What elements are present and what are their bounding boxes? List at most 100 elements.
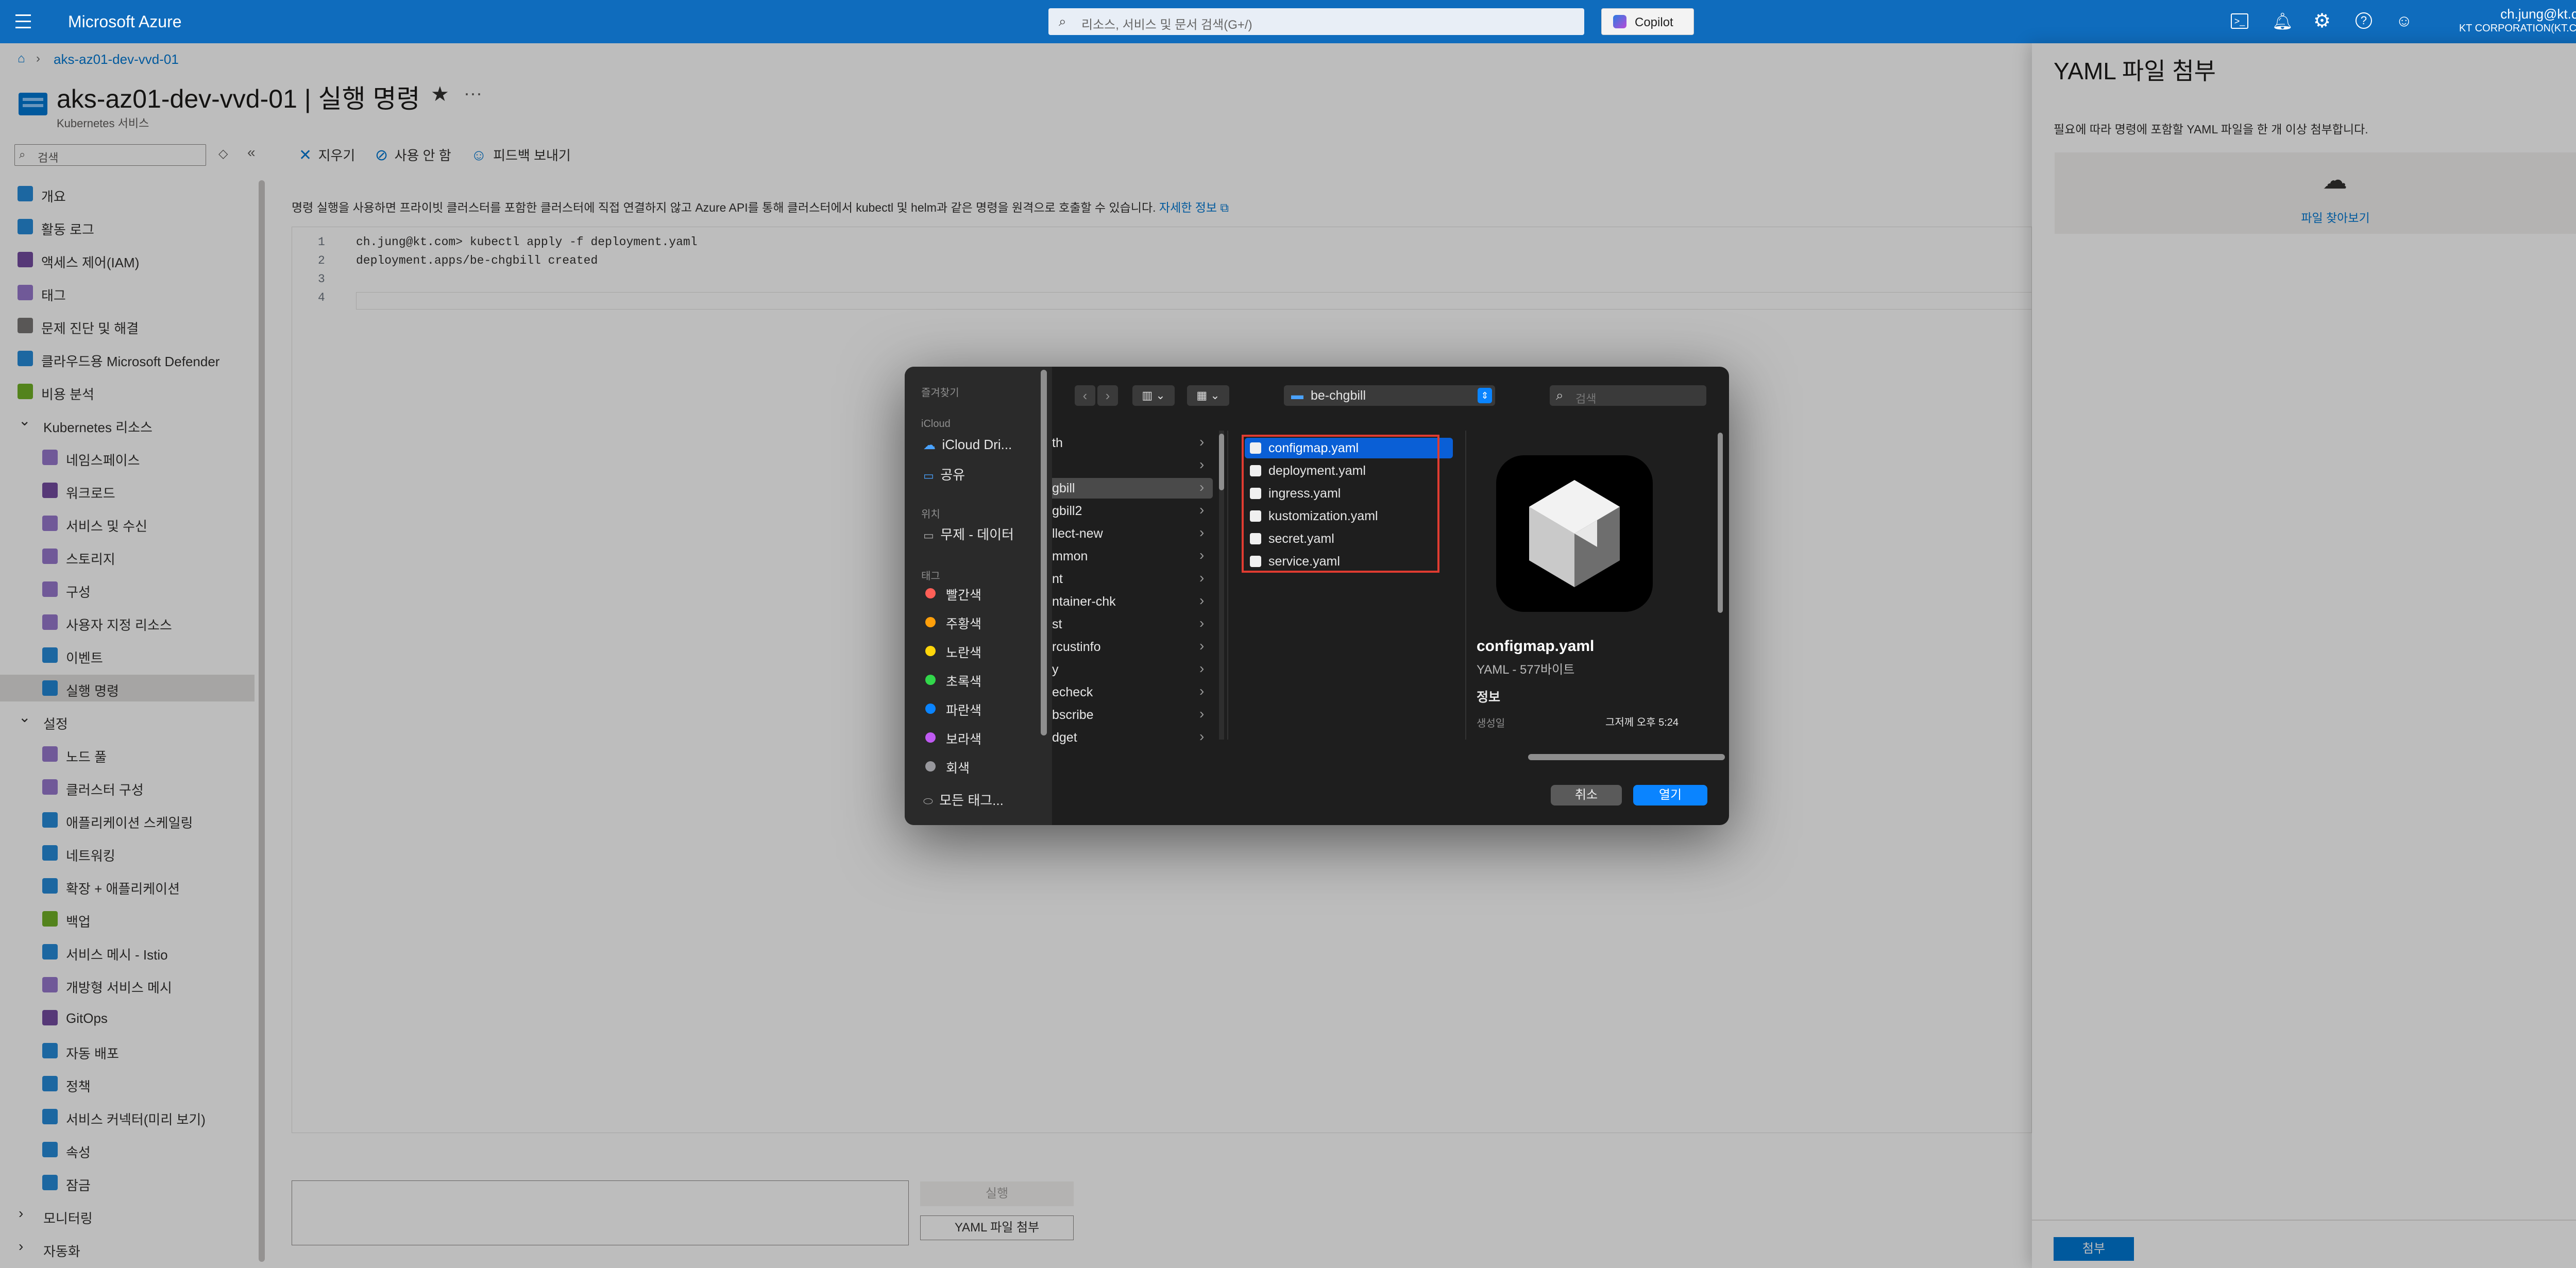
- cloud-icon: ☁︎: [923, 438, 936, 452]
- shared-label: 공유: [940, 467, 965, 483]
- folder-row[interactable]: gbill2 ›: [1052, 501, 1213, 521]
- tag-icon: ⬭: [923, 795, 933, 808]
- brand-title[interactable]: Microsoft Azure: [68, 12, 182, 31]
- dialog-search-input[interactable]: ⌕ 검색: [1550, 385, 1706, 406]
- tag-label: 초록색: [946, 675, 982, 689]
- tag-item[interactable]: 회색: [925, 757, 1039, 778]
- open-label: 열기: [1658, 788, 1682, 802]
- tag-label: 보라색: [946, 732, 982, 747]
- menu-icon[interactable]: [15, 14, 31, 29]
- chevron-right-icon: ›: [1199, 683, 1205, 699]
- global-search-input[interactable]: ⌕ 리소스, 서비스 및 문서 검색(G+/): [1048, 8, 1584, 35]
- tag-color-dot: [925, 704, 936, 714]
- dialog-search-placeholder: 검색: [1575, 392, 1597, 405]
- tag-label: 회색: [946, 761, 970, 776]
- tag-label: 빨간색: [946, 588, 982, 603]
- cancel-button[interactable]: 취소: [1551, 785, 1622, 806]
- cloud-shell-icon[interactable]: >_: [2231, 13, 2248, 29]
- chevron-right-icon: ›: [1199, 728, 1205, 744]
- folder-row[interactable]: ›: [1052, 455, 1213, 476]
- help-icon[interactable]: ?: [2355, 12, 2372, 29]
- preview-created-value: 그저께 오후 5:24: [1605, 717, 1679, 728]
- feedback-icon[interactable]: ☺︎: [2396, 11, 2413, 30]
- column-view-icon[interactable]: ▥ ⌄: [1132, 385, 1175, 406]
- chevron-right-icon: ›: [1199, 706, 1205, 722]
- folder-row[interactable]: ntainer-chk ›: [1052, 591, 1213, 612]
- drive-label: 무제 - 데이터: [940, 527, 1014, 542]
- tag-label: 노란색: [946, 646, 982, 660]
- favorites-heading: 즐겨찾기: [921, 387, 959, 399]
- tag-color-dot: [925, 732, 936, 743]
- icloud-drive-item[interactable]: ☁︎ iCloud Dri...: [923, 437, 1012, 453]
- search-icon: ⌕: [1059, 13, 1066, 29]
- chevron-right-icon: ›: [1199, 524, 1205, 540]
- open-button[interactable]: 열기: [1633, 785, 1707, 806]
- folder-icon: ▬: [1291, 388, 1303, 402]
- chevron-right-icon: ›: [1199, 660, 1205, 676]
- folder-row[interactable]: dget ›: [1052, 727, 1213, 748]
- tag-item[interactable]: 노란색: [925, 642, 1039, 662]
- user-email[interactable]: ch.jung@kt.com: [2442, 6, 2576, 22]
- column-divider[interactable]: [1465, 431, 1466, 740]
- drive-item[interactable]: ▭ 무제 - 데이터: [923, 524, 1014, 543]
- tag-label: 파란색: [946, 704, 982, 718]
- chevron-right-icon: ›: [1199, 615, 1205, 631]
- folder-row[interactable]: rcustinfo ›: [1052, 637, 1213, 657]
- group-view-icon[interactable]: ▦ ⌄: [1187, 385, 1229, 406]
- preview-file-meta: YAML - 577바이트: [1477, 663, 1575, 677]
- column-divider[interactable]: [1227, 431, 1228, 740]
- chevron-right-icon: ›: [1199, 479, 1205, 495]
- tag-color-dot: [925, 761, 936, 772]
- folder-name: dget: [1052, 730, 1077, 745]
- horizontal-scrollbar[interactable]: [1528, 754, 1725, 760]
- sidebar-scrollbar[interactable]: [1041, 370, 1047, 735]
- folder-row[interactable]: gbill ›: [1052, 478, 1213, 499]
- browser-column-1: th › › gbill › gbill2 › llect-new › mmon › nt › ntain…: [1052, 431, 1227, 745]
- folder-name: echeck: [1052, 685, 1093, 699]
- folder-row[interactable]: llect-new ›: [1052, 523, 1213, 544]
- tag-item[interactable]: 빨간색: [925, 584, 1039, 605]
- drive-icon: ▭: [923, 529, 934, 542]
- tag-color-dot: [925, 588, 936, 598]
- chevron-right-icon: ›: [1199, 434, 1205, 450]
- tag-label: 주황색: [946, 617, 982, 631]
- copilot-icon: [1613, 15, 1626, 28]
- tag-item[interactable]: 주황색: [925, 613, 1039, 633]
- folder-name: y: [1052, 662, 1059, 677]
- copilot-button[interactable]: Copilot: [1601, 8, 1694, 35]
- tag-item[interactable]: 파란색: [925, 699, 1039, 720]
- folder-row[interactable]: st ›: [1052, 614, 1213, 635]
- file-open-dialog: 즐겨찾기 iCloud ☁︎ iCloud Dri... ▭ 공유 위치 ▭ 무…: [905, 367, 1729, 825]
- folder-name: llect-new: [1052, 526, 1103, 541]
- folder-row[interactable]: echeck ›: [1052, 682, 1213, 702]
- all-tags-label: 모든 태그...: [939, 793, 1004, 808]
- chevron-right-icon: ›: [1199, 456, 1205, 472]
- preview-scrollbar[interactable]: [1718, 433, 1723, 613]
- forward-button[interactable]: ›: [1097, 385, 1118, 406]
- folder-row[interactable]: mmon ›: [1052, 546, 1213, 567]
- folder-row[interactable]: th ›: [1052, 433, 1213, 453]
- notifications-icon[interactable]: 🔔︎: [2272, 11, 2293, 31]
- file-thumbnail: [1496, 455, 1653, 612]
- back-button[interactable]: ‹: [1075, 385, 1095, 406]
- user-org[interactable]: KT CORPORATION(KT.COM): [2411, 23, 2576, 35]
- folder-row[interactable]: y ›: [1052, 659, 1213, 680]
- tag-item[interactable]: 초록색: [925, 671, 1039, 691]
- settings-icon[interactable]: ⚙︎: [2313, 9, 2331, 32]
- folder-row[interactable]: bscribe ›: [1052, 705, 1213, 725]
- tag-color-dot: [925, 646, 936, 656]
- icloud-heading: iCloud: [921, 418, 951, 430]
- chevron-right-icon: ›: [1199, 547, 1205, 563]
- search-icon: ⌕: [1556, 387, 1564, 403]
- dialog-sidebar: 즐겨찾기 iCloud ☁︎ iCloud Dri... ▭ 공유 위치 ▭ 무…: [905, 367, 1052, 825]
- column-1-scroll-thumb[interactable]: [1219, 434, 1224, 490]
- folder-name: nt: [1052, 572, 1063, 586]
- chevron-right-icon: ›: [1199, 638, 1205, 654]
- folder-path-select[interactable]: ▬ be-chgbill ⇕: [1284, 385, 1495, 406]
- all-tags-item[interactable]: ⬭ 모든 태그...: [923, 790, 1004, 809]
- tag-item[interactable]: 보라색: [925, 728, 1039, 749]
- folder-name: ntainer-chk: [1052, 594, 1116, 609]
- chevron-updown-icon: ⇕: [1478, 388, 1492, 403]
- folder-row[interactable]: nt ›: [1052, 569, 1213, 589]
- shared-item[interactable]: ▭ 공유: [923, 465, 965, 484]
